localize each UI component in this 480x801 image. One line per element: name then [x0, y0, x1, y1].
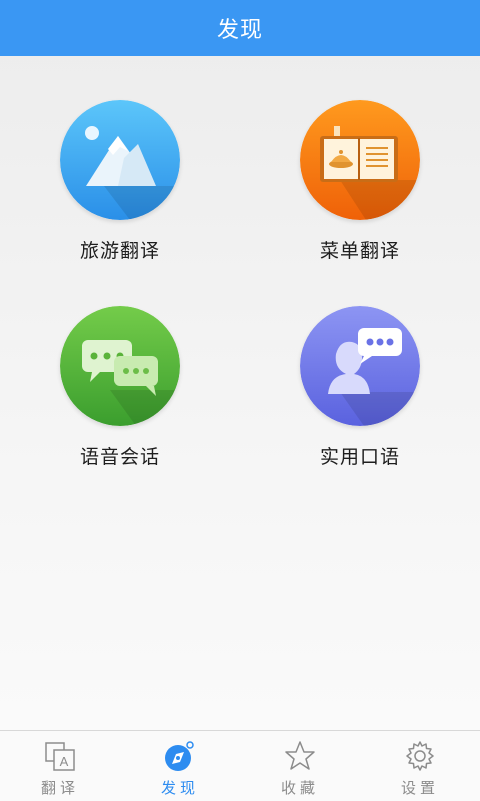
tab-settings-label: 设置: [400, 779, 439, 797]
bottom-tab-bar: A 翻译 发现 收藏 设置: [0, 730, 480, 801]
tab-discover[interactable]: 发现: [120, 731, 240, 801]
tab-favorites-label: 收藏: [280, 779, 319, 797]
tab-discover-label: 发现: [160, 779, 199, 797]
page-title: 发现: [216, 18, 263, 43]
tile-oral-label: 实用口语: [319, 446, 400, 468]
svg-text:A: A: [60, 754, 69, 769]
tab-translate-label: 翻译: [40, 779, 79, 797]
tile-menu-label: 菜单翻译: [319, 240, 400, 262]
menu-book-icon: [300, 100, 420, 220]
tile-voice-conversation[interactable]: 语音会话: [30, 306, 210, 469]
page-title-bar: 发现: [0, 0, 480, 56]
tab-favorites[interactable]: 收藏: [240, 731, 360, 801]
speaker-person-icon: [300, 306, 420, 426]
tile-travel-translation[interactable]: 旅游翻译: [30, 100, 210, 263]
tile-practical-oral[interactable]: 实用口语: [270, 306, 450, 469]
tab-settings[interactable]: 设置: [360, 731, 480, 801]
tile-travel-label: 旅游翻译: [79, 240, 160, 262]
star-icon: [283, 739, 317, 773]
compass-icon: [163, 739, 197, 773]
tile-menu-translation[interactable]: 菜单翻译: [270, 100, 450, 263]
chat-bubbles-icon: [60, 306, 180, 426]
tab-translate[interactable]: A 翻译: [0, 731, 120, 801]
translate-icon: A: [43, 739, 77, 773]
mountain-landscape-icon: [60, 100, 180, 220]
tile-conversation-label: 语音会话: [79, 446, 160, 468]
gear-icon: [403, 739, 437, 773]
